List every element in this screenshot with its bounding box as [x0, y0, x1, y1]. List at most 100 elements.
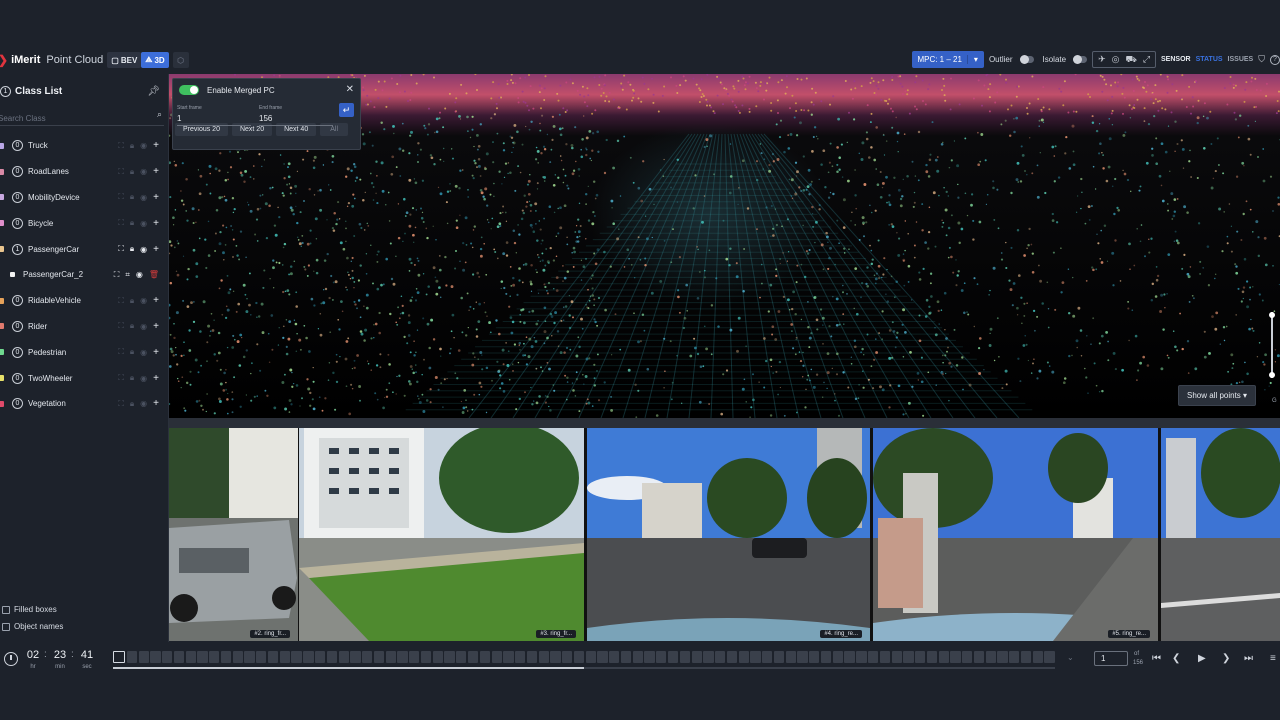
class-row-pedestrian[interactable]: 0 Pedestrian ⛶ 🔒︎ ◉ +	[0, 339, 168, 365]
lock-icon[interactable]: 🔒︎	[130, 399, 134, 409]
next-frame-icon[interactable]: ❯	[1222, 653, 1230, 664]
pin-icon[interactable]: 📌︎	[147, 86, 160, 97]
object-names-checkbox[interactable]	[2, 622, 10, 631]
frame-cell[interactable]	[750, 651, 761, 663]
close-icon[interactable]: ✕	[346, 84, 354, 95]
menu-icon[interactable]: ≡	[1270, 653, 1276, 664]
class-row-roadlanes[interactable]: 0 RoadLanes ⛶ 🔒︎ ◉ +	[0, 159, 168, 185]
eye-icon[interactable]: ◉	[140, 399, 147, 408]
frame-cell[interactable]	[609, 651, 620, 663]
frame-cell[interactable]	[1009, 651, 1020, 663]
frame-cell[interactable]	[973, 651, 985, 663]
frame-cell[interactable]	[820, 651, 832, 663]
frame-cell[interactable]	[432, 651, 443, 663]
frame-cell[interactable]	[456, 651, 467, 663]
lock-icon[interactable]: 🔒︎	[130, 347, 134, 357]
frame-cell[interactable]	[197, 651, 208, 663]
frame-cell[interactable]	[1044, 651, 1055, 663]
playback-progress[interactable]	[113, 667, 1055, 669]
mpc-dropdown[interactable]: MPC: 1 – 21 ▾	[912, 51, 984, 68]
car-icon[interactable]: ⛟	[1125, 54, 1136, 66]
frame-cell[interactable]	[479, 651, 490, 663]
frame-cell[interactable]	[526, 651, 538, 663]
add-icon[interactable]: +	[153, 398, 159, 409]
frame-cell[interactable]	[620, 651, 632, 663]
frame-cell[interactable]	[138, 651, 149, 663]
plane-icon[interactable]: ✈	[1098, 54, 1106, 65]
frame-cell[interactable]	[491, 651, 502, 663]
frame-cell[interactable]	[291, 651, 302, 663]
class-row-twowheeler[interactable]: 0 TwoWheeler ⛶ 🔒︎ ◉ +	[0, 365, 168, 391]
eye-icon[interactable]: ◉	[136, 270, 143, 279]
skip-end-icon[interactable]: ⏭	[1244, 653, 1253, 664]
frame-cell[interactable]	[162, 651, 173, 663]
tab-sensor[interactable]: SENSOR	[1161, 56, 1191, 63]
bev-view-button[interactable]: ▢ BEV	[107, 52, 142, 68]
frame-cell[interactable]	[844, 651, 855, 663]
frame-cell[interactable]	[1020, 651, 1032, 663]
frame-cell[interactable]	[373, 651, 385, 663]
outlier-toggle[interactable]	[1019, 55, 1034, 64]
object-row-passengercar-2[interactable]: PassengerCar_2 ⛶ ⌗ ◉ 🗑︎	[0, 262, 168, 288]
frame-cell[interactable]	[173, 651, 185, 663]
frame-strip[interactable]	[113, 651, 1055, 663]
frame-cell[interactable]	[338, 651, 349, 663]
frame-cell[interactable]	[267, 651, 279, 663]
frame-cell[interactable]	[632, 651, 643, 663]
frame-cell[interactable]	[903, 651, 914, 663]
eye-icon[interactable]: ◉	[140, 348, 147, 357]
eye-icon[interactable]: ◉	[140, 167, 147, 176]
frame-cell[interactable]	[797, 651, 808, 663]
class-row-mobilitydevice[interactable]: 0 MobilityDevice ⛶ 🔒︎ ◉ +	[0, 185, 168, 211]
frame-cell[interactable]	[467, 651, 479, 663]
frame-cell[interactable]	[279, 651, 290, 663]
frame-cell[interactable]	[667, 651, 679, 663]
frame-cell[interactable]	[515, 651, 526, 663]
frame-cell[interactable]	[315, 651, 326, 663]
frame-cell[interactable]	[726, 651, 738, 663]
frame-cell[interactable]	[350, 651, 361, 663]
class-row-rider[interactable]: 0 Rider ⛶ 🔒︎ ◉ +	[0, 314, 168, 340]
frame-cell[interactable]	[868, 651, 879, 663]
end-frame-input[interactable]: 156	[259, 114, 333, 126]
camera-view-4[interactable]: #5. ring_re...	[873, 428, 1158, 641]
frame-cell[interactable]	[420, 651, 432, 663]
crop-icon[interactable]: ⛶	[118, 141, 124, 151]
camera-view-1[interactable]: #2. ring_fr...	[169, 428, 298, 641]
frame-cell[interactable]	[185, 651, 196, 663]
skip-start-icon[interactable]: ⏮	[1152, 653, 1161, 664]
frame-cell[interactable]	[573, 651, 585, 663]
frame-cell[interactable]	[585, 651, 596, 663]
frame-cell[interactable]	[703, 651, 714, 663]
crop-icon[interactable]: ⌗	[125, 270, 130, 280]
frame-cell[interactable]	[150, 651, 161, 663]
frame-cell[interactable]	[738, 651, 749, 663]
class-row-ridablevehicle[interactable]: 0 RidableVehicle ⛶ 🔒︎ ◉ +	[0, 288, 168, 314]
crop-icon[interactable]: ⛶	[118, 321, 124, 331]
current-frame-input[interactable]: 1	[1094, 651, 1128, 666]
frame-cell[interactable]	[362, 651, 373, 663]
frame-cell[interactable]	[691, 651, 702, 663]
frame-cell[interactable]	[1032, 651, 1043, 663]
filled-boxes-checkbox[interactable]	[2, 605, 10, 614]
frame-cell[interactable]	[244, 651, 255, 663]
frame-cell[interactable]	[209, 651, 220, 663]
lock-icon[interactable]: 🔒︎	[130, 167, 134, 177]
add-icon[interactable]: +	[153, 321, 159, 332]
eye-icon[interactable]: ◉	[140, 141, 147, 150]
class-row-vegetation[interactable]: 0 Vegetation ⛶ 🔒︎ ◉ +	[0, 391, 168, 417]
add-icon[interactable]: +	[153, 166, 159, 177]
lock-icon[interactable]: 🔒︎	[130, 141, 134, 151]
apply-range-button[interactable]: ↵	[339, 103, 354, 117]
frame-cell[interactable]	[326, 651, 338, 663]
frame-cell[interactable]	[256, 651, 267, 663]
frame-cell[interactable]	[926, 651, 938, 663]
frame-cell[interactable]	[773, 651, 785, 663]
eye-icon[interactable]: ◉	[140, 219, 147, 228]
frame-cell[interactable]	[538, 651, 549, 663]
eye-icon[interactable]: ◉	[140, 245, 147, 254]
eye-icon[interactable]: ◉	[140, 322, 147, 331]
frame-cell[interactable]	[656, 651, 667, 663]
tab-issues[interactable]: ISSUES	[1228, 56, 1254, 63]
frame-cell[interactable]	[785, 651, 796, 663]
